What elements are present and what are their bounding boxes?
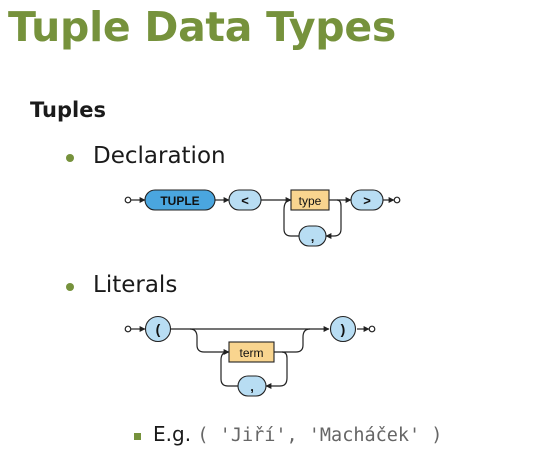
start-node bbox=[124, 325, 132, 333]
comma-label: , bbox=[250, 379, 254, 394]
branch-connector bbox=[189, 328, 230, 355]
open-paren-label: ( bbox=[156, 321, 161, 337]
term-label: term bbox=[240, 346, 264, 360]
end-node bbox=[368, 325, 376, 333]
literal-syntax-diagram: ( term , ) bbox=[124, 315, 376, 397]
close-paren-label: ) bbox=[341, 321, 346, 337]
branch-connector bbox=[274, 328, 311, 353]
